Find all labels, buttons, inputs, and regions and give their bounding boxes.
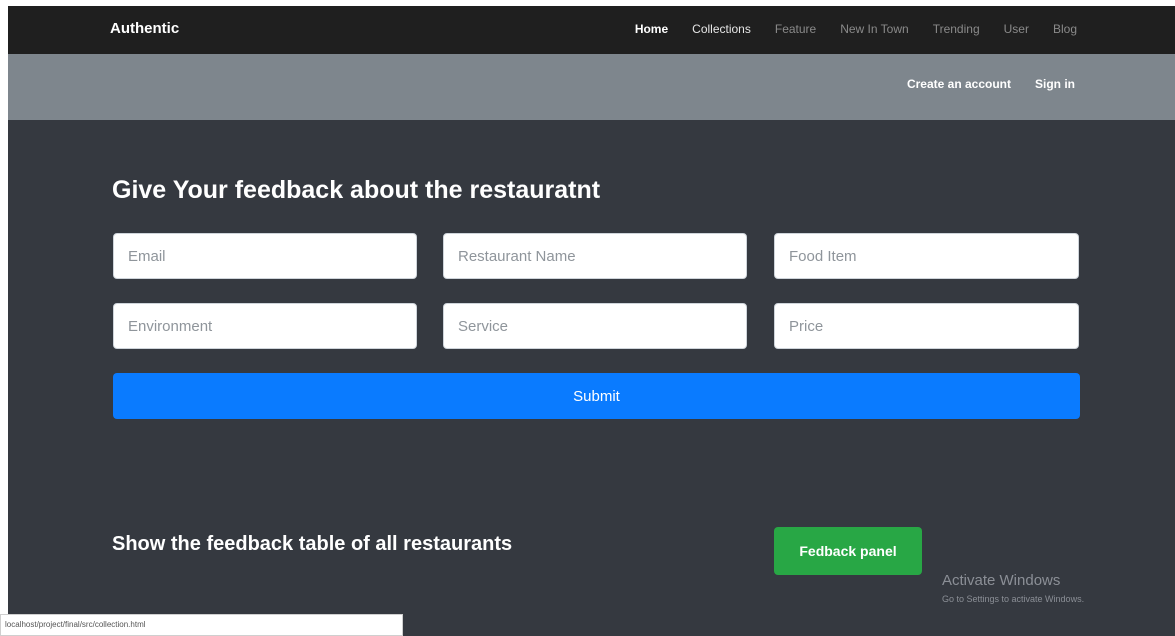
nav-blog[interactable]: Blog xyxy=(1053,22,1077,36)
top-navbar: Authentic Home Collections Feature New I… xyxy=(8,6,1175,54)
account-links: Create an account Sign in xyxy=(883,77,1075,91)
submit-button[interactable]: Submit xyxy=(113,373,1080,419)
food-item-field[interactable] xyxy=(774,233,1079,279)
main-section: Give Your feedback about the restauratnt… xyxy=(8,120,1175,636)
nav-new-in-town[interactable]: New In Town xyxy=(840,22,908,36)
nav-feature[interactable]: Feature xyxy=(775,22,816,36)
feedback-panel-button[interactable]: Fedback panel xyxy=(774,527,922,575)
feedback-form-title: Give Your feedback about the restauratnt xyxy=(112,176,601,204)
watermark-subtitle: Go to Settings to activate Windows. xyxy=(942,594,1085,604)
price-field[interactable] xyxy=(774,303,1079,349)
account-bar: Create an account Sign in xyxy=(8,54,1175,120)
brand-logo[interactable]: Authentic xyxy=(110,20,179,37)
service-field[interactable] xyxy=(443,303,747,349)
nav-home[interactable]: Home xyxy=(635,22,668,36)
restaurant-name-field[interactable] xyxy=(443,233,747,279)
watermark-title: Activate Windows xyxy=(942,572,1061,589)
sign-in-link[interactable]: Sign in xyxy=(1035,77,1075,91)
email-field[interactable] xyxy=(113,233,417,279)
nav-collections[interactable]: Collections xyxy=(692,22,751,36)
create-account-link[interactable]: Create an account xyxy=(907,77,1011,91)
nav-trending[interactable]: Trending xyxy=(933,22,980,36)
browser-viewport: Authentic Home Collections Feature New I… xyxy=(8,6,1175,636)
feedback-table-heading: Show the feedback table of all restauran… xyxy=(112,533,513,555)
status-bar-url: localhost/project/final/src/collection.h… xyxy=(0,614,403,636)
environment-field[interactable] xyxy=(113,303,417,349)
activate-windows-watermark: Activate Windows Go to Settings to activ… xyxy=(942,572,1084,604)
nav-links: Home Collections Feature New In Town Tre… xyxy=(611,22,1077,36)
nav-user[interactable]: User xyxy=(1004,22,1029,36)
